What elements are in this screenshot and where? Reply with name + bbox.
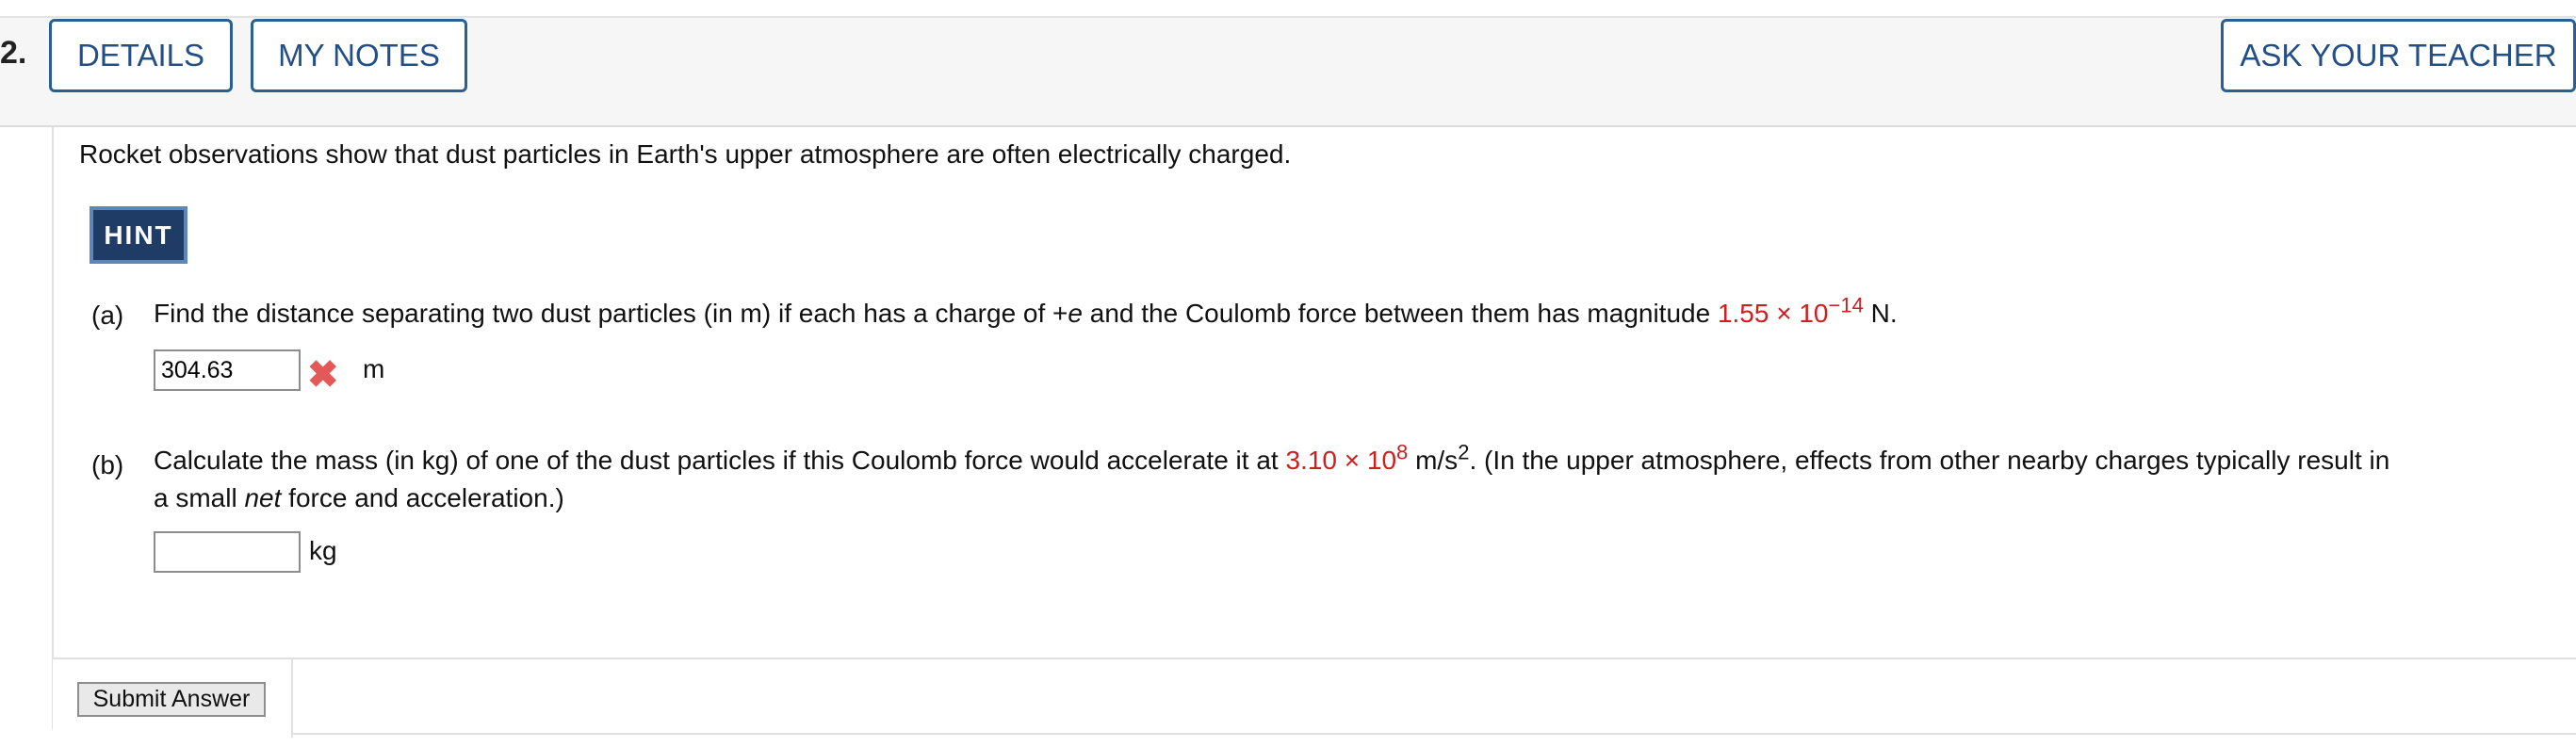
part-b-line2-end: force and acceleration.) — [281, 483, 564, 512]
part-b-unit: kg — [309, 536, 337, 565]
net-emphasis: net — [244, 483, 282, 512]
question-number: 2. — [0, 35, 27, 71]
given-acceleration-value: 3.10 × 108 — [1285, 440, 1409, 475]
ask-your-teacher-button[interactable]: ASK YOUR TEACHER — [2221, 19, 2576, 92]
submit-answer-button[interactable]: Submit Answer — [77, 682, 266, 717]
part-a-text: Find the distance separating two dust pa… — [154, 299, 1068, 328]
my-notes-button[interactable]: MY NOTES — [251, 19, 467, 92]
part-b-answer-input[interactable] — [154, 531, 301, 573]
part-a-text-end: N. — [1863, 299, 1898, 328]
part-a-question: Find the distance separating two dust pa… — [154, 295, 1898, 333]
question-body — [52, 127, 2576, 735]
acceleration-unit: m/s — [1408, 446, 1459, 475]
part-b-question: Calculate the mass (in kg) of one of the… — [154, 442, 2389, 517]
incorrect-icon: ✖ — [307, 354, 339, 396]
part-a-label: (a) — [91, 300, 124, 330]
part-b-label: (b) — [91, 450, 124, 479]
unit-exponent: 2 — [1458, 440, 1470, 464]
details-button[interactable]: DETAILS — [49, 19, 233, 92]
part-b-line2: a small — [154, 483, 245, 512]
footer-divider — [293, 658, 2576, 659]
part-b-text-end: . (In the upper atmosphere, effects from… — [1469, 446, 2390, 475]
part-a-text-middle: and the Coulomb force between them has m… — [1082, 299, 1718, 328]
part-a-answer-input[interactable] — [154, 349, 301, 391]
hint-button[interactable]: HINT — [90, 206, 187, 264]
part-a-unit: m — [363, 354, 385, 383]
given-force-value: 1.55 × 10−14 — [1717, 293, 1864, 328]
question-intro: Rocket observations show that dust parti… — [79, 139, 1292, 169]
part-b-text: Calculate the mass (in kg) of one of the… — [154, 446, 1286, 475]
charge-symbol: e — [1068, 299, 1083, 328]
